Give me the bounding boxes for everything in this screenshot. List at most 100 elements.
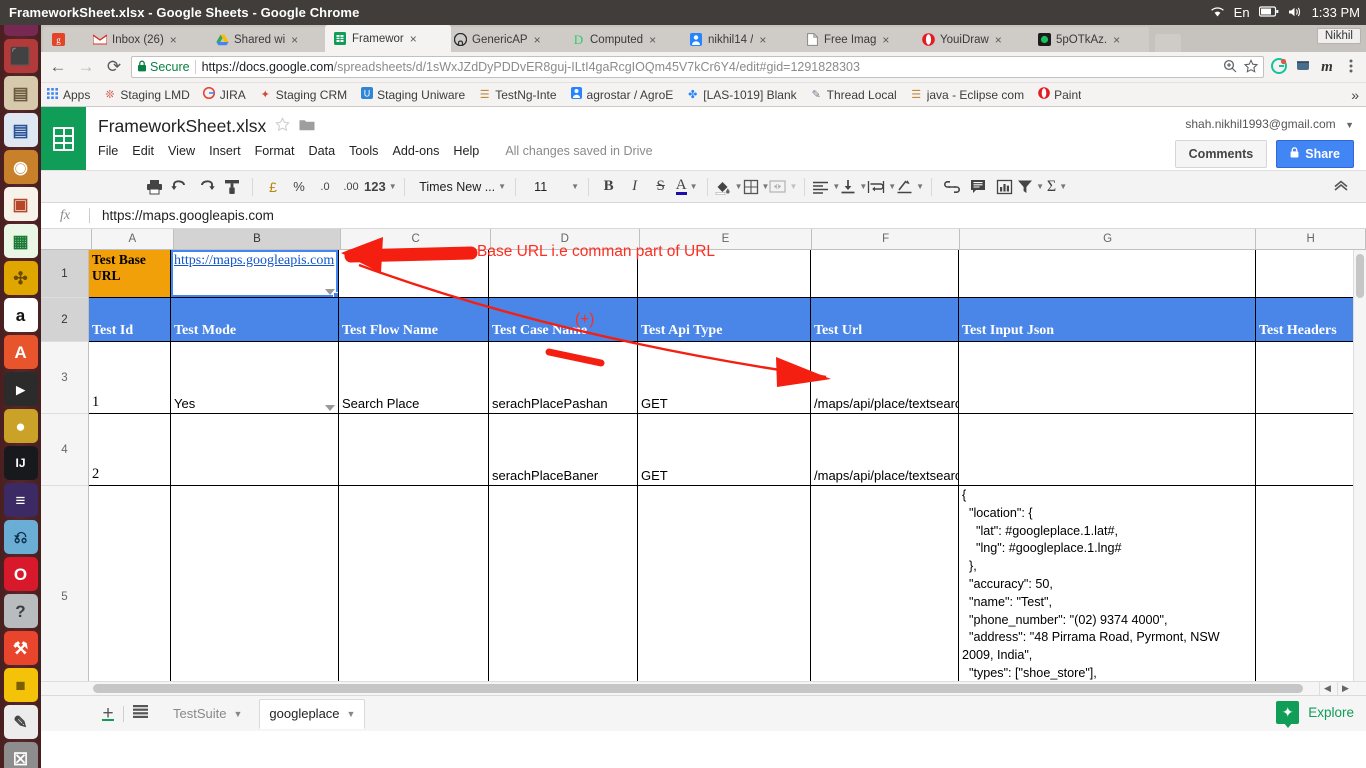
back-button[interactable]: ← <box>47 57 69 77</box>
zoom-icon[interactable] <box>1223 59 1237 76</box>
valign-bottom-icon[interactable]: ▼ <box>840 175 867 199</box>
launcher-item-ubuntu-software[interactable]: A <box>3 335 38 369</box>
sheet-tab-googleplace[interactable]: googleplace ▼ <box>259 698 366 729</box>
collapse-toolbar-icon[interactable] <box>1332 179 1350 195</box>
add-sheet-button[interactable]: + <box>93 703 123 725</box>
borders-icon[interactable]: ▼ <box>743 175 769 199</box>
bookmark-las-1019[interactable]: ✤ [LAS-1019] Blank <box>686 88 797 102</box>
italic-button[interactable]: I <box>622 175 648 199</box>
strikethrough-button[interactable]: S <box>648 175 674 199</box>
column-header-f[interactable]: F <box>812 229 960 249</box>
data-validation-caret-icon[interactable] <box>325 405 335 411</box>
data-validation-caret-icon[interactable] <box>325 289 335 295</box>
folder-icon[interactable] <box>299 118 315 135</box>
cell-d5[interactable] <box>489 486 638 695</box>
functions-button[interactable]: Σ ▼ <box>1044 175 1070 199</box>
print-icon[interactable] <box>141 175 167 199</box>
browser-tab-free-image[interactable]: Free Imag × <box>797 27 919 52</box>
row-header-2[interactable]: 2 <box>41 298 88 342</box>
cell-h1[interactable] <box>1256 250 1366 297</box>
increase-decimal-button[interactable]: .00 <box>338 175 364 199</box>
cell-b4[interactable] <box>171 414 339 485</box>
page-title[interactable]: FrameworkSheet.xlsx <box>98 116 266 137</box>
cell-h3[interactable] <box>1256 342 1366 413</box>
insert-chart-icon[interactable] <box>991 175 1017 199</box>
close-icon[interactable]: × <box>534 33 541 47</box>
text-rotation-icon[interactable]: ▼ <box>896 175 924 199</box>
more-formats-button[interactable]: 123 ▼ <box>364 175 397 199</box>
reload-button[interactable]: ⟳ <box>103 57 125 77</box>
cell-g5[interactable]: { "location": { "lat": #googleplace.1.la… <box>959 486 1256 695</box>
scroll-right-icon[interactable]: ▶ <box>1337 682 1353 695</box>
launcher-item-terminal[interactable]: ▸ <box>3 372 38 406</box>
cell-c3[interactable]: Search Place <box>339 342 489 413</box>
launcher-item-opera[interactable]: O <box>3 557 38 591</box>
close-icon[interactable]: × <box>170 33 177 47</box>
cell-h2[interactable]: Test Headers <box>1256 298 1366 341</box>
menu-format[interactable]: Format <box>255 144 295 158</box>
cell-b5[interactable] <box>171 486 339 695</box>
cell-d3[interactable]: serachPlacePashan <box>489 342 638 413</box>
cell-f4[interactable]: /maps/api/place/textsearch/json <box>811 414 959 485</box>
cell-a4[interactable]: 2 <box>89 414 171 485</box>
bookmark-staging-lmd[interactable]: ❊ Staging LMD <box>103 88 189 102</box>
cell-c4[interactable] <box>339 414 489 485</box>
volume-icon[interactable] <box>1288 6 1303 20</box>
battery-icon[interactable] <box>1258 6 1279 19</box>
cell-g4[interactable] <box>959 414 1256 485</box>
close-icon[interactable]: × <box>995 33 1002 47</box>
column-header-h[interactable]: H <box>1256 229 1366 249</box>
insert-comment-icon[interactable] <box>965 175 991 199</box>
close-icon[interactable]: × <box>1113 33 1120 47</box>
bookmark-staging-uniware[interactable]: U Staging Uniware <box>360 87 465 102</box>
cell-e3[interactable]: GET <box>638 342 811 413</box>
chevron-down-icon[interactable]: ▼ <box>1345 120 1354 130</box>
profile-button[interactable]: Nikhil <box>1316 28 1361 44</box>
cell-h4[interactable] <box>1256 414 1366 485</box>
cell-a5[interactable] <box>89 486 171 695</box>
fill-bucket-icon[interactable]: ▼ <box>715 175 743 199</box>
formula-input[interactable]: https://maps.googleapis.com <box>90 208 274 223</box>
cell-b2[interactable]: Test Mode <box>171 298 339 341</box>
launcher-item-system-monitor[interactable]: ⎌ <box>3 520 38 554</box>
all-sheets-icon[interactable] <box>124 705 156 722</box>
column-header-b[interactable]: B <box>173 229 342 249</box>
launcher-item-files[interactable]: ▤ <box>3 76 38 110</box>
menu-icon[interactable] <box>1342 58 1360 77</box>
menu-help[interactable]: Help <box>453 144 479 158</box>
m-extension-icon[interactable]: m <box>1318 59 1336 76</box>
close-icon[interactable]: × <box>882 33 889 47</box>
launcher-item-firefox[interactable]: ◉ <box>3 150 38 184</box>
launcher-item-trash[interactable]: ☒ <box>3 742 38 768</box>
extension-icon[interactable] <box>1294 58 1312 77</box>
launcher-item-software-center[interactable]: ✣ <box>3 261 38 295</box>
cell-a2[interactable]: Test Id <box>89 298 171 341</box>
cell-a3[interactable]: 1 <box>89 342 171 413</box>
cell-d4[interactable]: serachPlaceBaner <box>489 414 638 485</box>
bookmark-thread-local[interactable]: ✎ Thread Local <box>810 88 897 102</box>
browser-tab-nikhil14[interactable]: nikhil14 / × <box>681 27 803 52</box>
forward-button[interactable]: → <box>75 57 97 77</box>
browser-tab-computed[interactable]: D Computed × <box>563 27 687 52</box>
clock[interactable]: 1:33 PM <box>1312 5 1360 20</box>
bookmark-jira[interactable]: JIRA <box>203 86 246 102</box>
undo-icon[interactable] <box>167 175 193 199</box>
browser-tab-gitlab[interactable]: g <box>43 27 91 52</box>
vertical-scroll-thumb[interactable] <box>1356 254 1364 298</box>
chevron-down-icon[interactable]: ▼ <box>233 709 242 719</box>
menu-file[interactable]: File <box>98 144 118 158</box>
bookmark-testng[interactable]: ☰ TestNg-Inte <box>478 88 557 102</box>
comments-button[interactable]: Comments <box>1174 140 1268 168</box>
row-header-1[interactable]: 1 <box>41 250 88 298</box>
cell-e5[interactable] <box>638 486 811 695</box>
font-size-select[interactable]: 11 ▼ <box>523 175 581 199</box>
star-outline-icon[interactable] <box>275 116 291 136</box>
close-icon[interactable]: × <box>759 33 766 47</box>
bookmarks-overflow-button[interactable]: » <box>1351 87 1361 103</box>
bookmark-java-eclipse[interactable]: ☰ java - Eclipse com <box>910 88 1024 102</box>
formula-bar[interactable]: fx https://maps.googleapis.com <box>41 203 1366 229</box>
redo-icon[interactable] <box>193 175 219 199</box>
cell-e2[interactable]: Test Api Type <box>638 298 811 341</box>
browser-tab-image-file[interactable]: 5pOTkAz. × <box>1029 27 1149 52</box>
address-bar[interactable]: Secure https://docs.google.com /spreadsh… <box>131 56 1264 78</box>
